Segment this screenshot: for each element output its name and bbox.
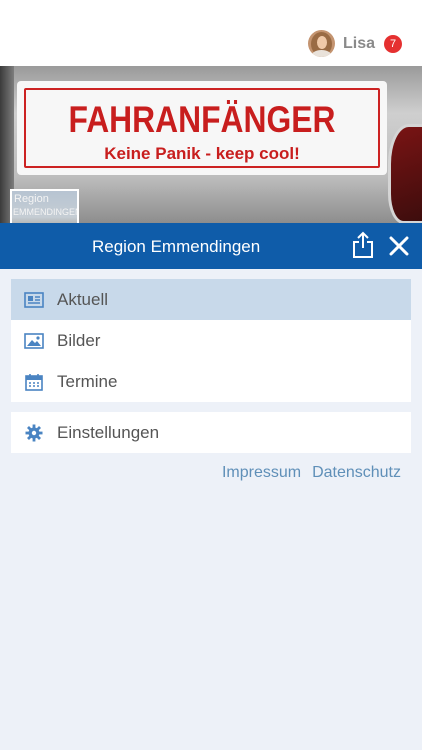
datenschutz-link[interactable]: Datenschutz [312, 464, 401, 482]
settings-menu: Einstellungen [11, 412, 411, 453]
impressum-link[interactable]: Impressum [222, 464, 301, 482]
thumbnail-text-emmendingen: EMMENDINGEN [13, 207, 79, 217]
footer-links: Impressum Datenschutz [222, 464, 401, 482]
region-title: Region Emmendingen [92, 237, 261, 256]
menu-item-label: Einstellungen [57, 422, 160, 442]
region-header: Region Emmendingen [0, 223, 422, 269]
image-icon [23, 330, 45, 352]
username[interactable]: Lisa [343, 35, 375, 53]
menu-item-bilder[interactable]: Bilder [11, 320, 411, 361]
bumper-sticker: FAHRANFÄNGER Keine Panik - keep cool! [17, 81, 387, 175]
menu-item-label: Aktuell [57, 289, 109, 309]
menu-item-termine[interactable]: Termine [11, 361, 411, 402]
notification-badge[interactable]: 7 [384, 34, 402, 53]
avatar[interactable] [307, 30, 335, 57]
gear-icon [23, 422, 45, 444]
share-icon[interactable] [352, 231, 374, 259]
thumbnail-text-region: Region [14, 193, 49, 205]
navigation-menu: Aktuell Bilder Termine [11, 279, 411, 402]
user-menu[interactable]: Lisa 7 [307, 30, 402, 57]
menu-item-label: Bilder [57, 330, 101, 350]
close-icon[interactable] [386, 233, 412, 259]
menu-item-label: Termine [57, 371, 118, 391]
top-bar: Lisa 7 [0, 0, 422, 66]
calendar-icon [23, 371, 45, 393]
menu-item-aktuell[interactable]: Aktuell [11, 279, 411, 320]
newspaper-icon [23, 289, 45, 311]
menu-item-einstellungen[interactable]: Einstellungen [11, 412, 411, 453]
sticker-subtitle: Keine Panik - keep cool! [104, 144, 300, 163]
sticker-title: FAHRANFÄNGER [68, 99, 336, 140]
